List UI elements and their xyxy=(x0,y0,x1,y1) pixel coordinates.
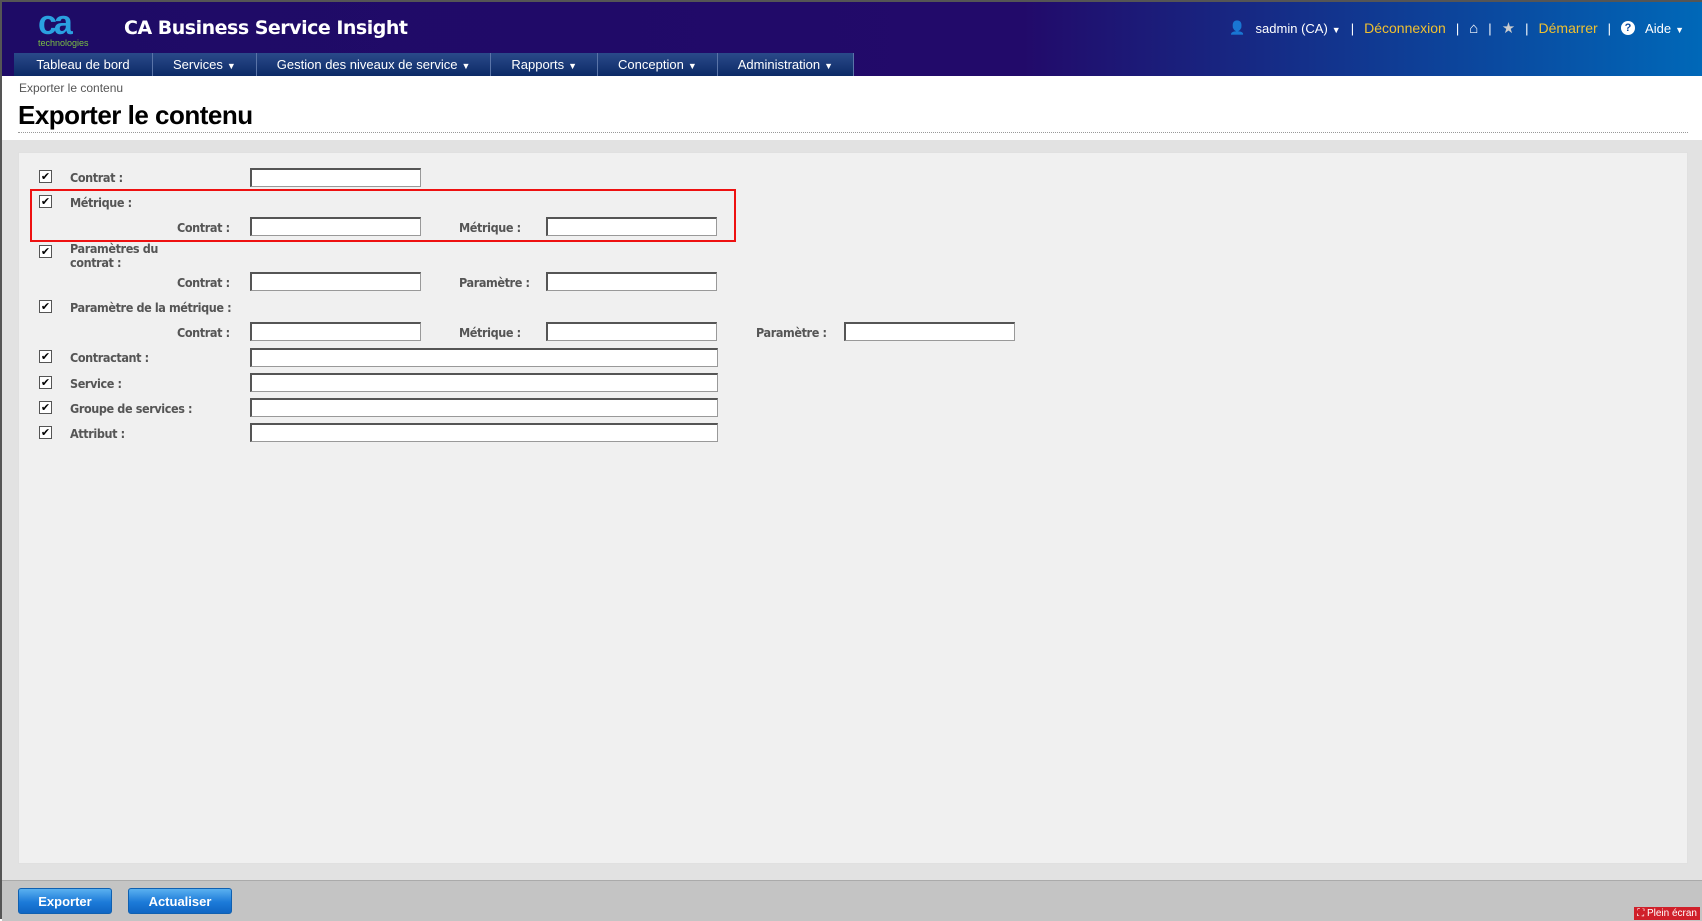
export-form xyxy=(18,152,1688,864)
service-checkbox[interactable]: ✔ xyxy=(39,376,52,389)
page-title: Exporter le contenu xyxy=(18,100,253,130)
divider: | xyxy=(1525,20,1529,36)
nav-reports[interactable]: Rapports ▼ xyxy=(491,53,599,76)
attribut-input[interactable] xyxy=(250,423,718,442)
param-metrique-checkbox[interactable]: ✔ xyxy=(39,300,52,313)
chevron-down-icon: ▼ xyxy=(687,61,697,71)
nav-administration[interactable]: Administration ▼ xyxy=(718,53,855,76)
app-header: ca technologies CA Business Service Insi… xyxy=(2,2,1702,76)
start-link[interactable]: Démarrer xyxy=(1539,20,1598,36)
param-metrique-label: Paramètre de la métrique : xyxy=(70,300,232,315)
param-metrique-parametre-label: Paramètre : xyxy=(756,325,827,340)
nav-dashboard[interactable]: Tableau de bord xyxy=(14,53,153,76)
param-contrat-checkbox[interactable]: ✔ xyxy=(39,245,52,258)
attribut-checkbox[interactable]: ✔ xyxy=(39,426,52,439)
fullscreen-button[interactable]: ⛶ Plein écran xyxy=(1634,907,1700,920)
star-icon[interactable]: ★ xyxy=(1502,19,1515,37)
metrique-contrat-input[interactable] xyxy=(250,217,421,236)
chevron-down-icon: ▼ xyxy=(226,61,236,71)
divider: | xyxy=(1488,20,1492,36)
chevron-down-icon: ▼ xyxy=(568,61,578,71)
breadcrumb: Exporter le contenu xyxy=(19,81,124,95)
user-menu[interactable]: sadmin (CA) ▼ xyxy=(1256,21,1341,36)
home-icon[interactable]: ⌂ xyxy=(1469,20,1478,37)
groupe-label: Groupe de services : xyxy=(70,401,193,416)
param-metrique-contrat-input[interactable] xyxy=(250,322,421,341)
chevron-down-icon: ▼ xyxy=(1331,24,1341,35)
service-input[interactable] xyxy=(250,373,718,392)
divider: | xyxy=(1455,20,1460,36)
metrique-metrique-input[interactable] xyxy=(546,217,717,236)
service-label: Service : xyxy=(70,376,122,391)
groupe-input[interactable] xyxy=(250,398,718,417)
metrique-metrique-label: Métrique : xyxy=(459,220,521,235)
metrique-checkbox[interactable]: ✔ xyxy=(39,195,52,208)
chevron-down-icon: ▼ xyxy=(824,61,834,71)
footer-bar: Exporter Actualiser ⛶ Plein écran xyxy=(2,880,1702,921)
help-menu[interactable]: Aide ▼ xyxy=(1645,21,1684,36)
help-icon[interactable]: ? xyxy=(1621,21,1636,35)
nav-design[interactable]: Conception ▼ xyxy=(598,53,718,76)
contractant-checkbox[interactable]: ✔ xyxy=(39,350,52,363)
param-contrat-label: Paramètres du contrat : xyxy=(70,241,158,270)
divider xyxy=(18,132,1688,133)
param-contrat-contrat-label: Contrat : xyxy=(177,275,230,290)
chevron-down-icon: ▼ xyxy=(461,61,471,71)
contrat-input[interactable] xyxy=(250,168,421,187)
refresh-button[interactable]: Actualiser xyxy=(128,888,232,914)
chevron-down-icon: ▼ xyxy=(1675,24,1684,35)
logout-link[interactable]: Déconnexion xyxy=(1364,20,1446,36)
param-contrat-parametre-input[interactable] xyxy=(546,272,717,291)
divider: | xyxy=(1607,20,1612,36)
user-toolbar: 👤 sadmin (CA) ▼ | Déconnexion | ⌂ | ★ | D… xyxy=(1229,19,1684,38)
metrique-label: Métrique : xyxy=(70,195,132,210)
param-metrique-metrique-label: Métrique : xyxy=(459,325,521,340)
param-metrique-contrat-label: Contrat : xyxy=(177,325,230,340)
param-contrat-contrat-input[interactable] xyxy=(250,272,421,291)
user-icon: 👤 xyxy=(1229,20,1246,35)
metrique-contrat-label: Contrat : xyxy=(177,220,230,235)
nav-service-levels[interactable]: Gestion des niveaux de service ▼ xyxy=(257,53,492,76)
param-metrique-parametre-input[interactable] xyxy=(844,322,1015,341)
main-nav: Tableau de bord Services ▼ Gestion des ni… xyxy=(14,53,855,76)
divider: | xyxy=(1350,20,1355,36)
app-title: CA Business Service Insight xyxy=(124,17,408,39)
contractant-input[interactable] xyxy=(250,348,718,367)
fullscreen-icon: ⛶ xyxy=(1637,908,1647,919)
groupe-checkbox[interactable]: ✔ xyxy=(39,401,52,414)
attribut-label: Attribut : xyxy=(70,426,125,441)
export-button[interactable]: Exporter xyxy=(18,888,112,914)
nav-services[interactable]: Services ▼ xyxy=(153,53,257,76)
contrat-checkbox[interactable]: ✔ xyxy=(39,170,52,183)
ca-logo: ca technologies xyxy=(38,4,89,48)
contrat-label: Contrat : xyxy=(70,170,123,185)
param-contrat-parametre-label: Paramètre : xyxy=(459,275,530,290)
param-metrique-metrique-input[interactable] xyxy=(546,322,717,341)
contractant-label: Contractant : xyxy=(70,350,149,365)
